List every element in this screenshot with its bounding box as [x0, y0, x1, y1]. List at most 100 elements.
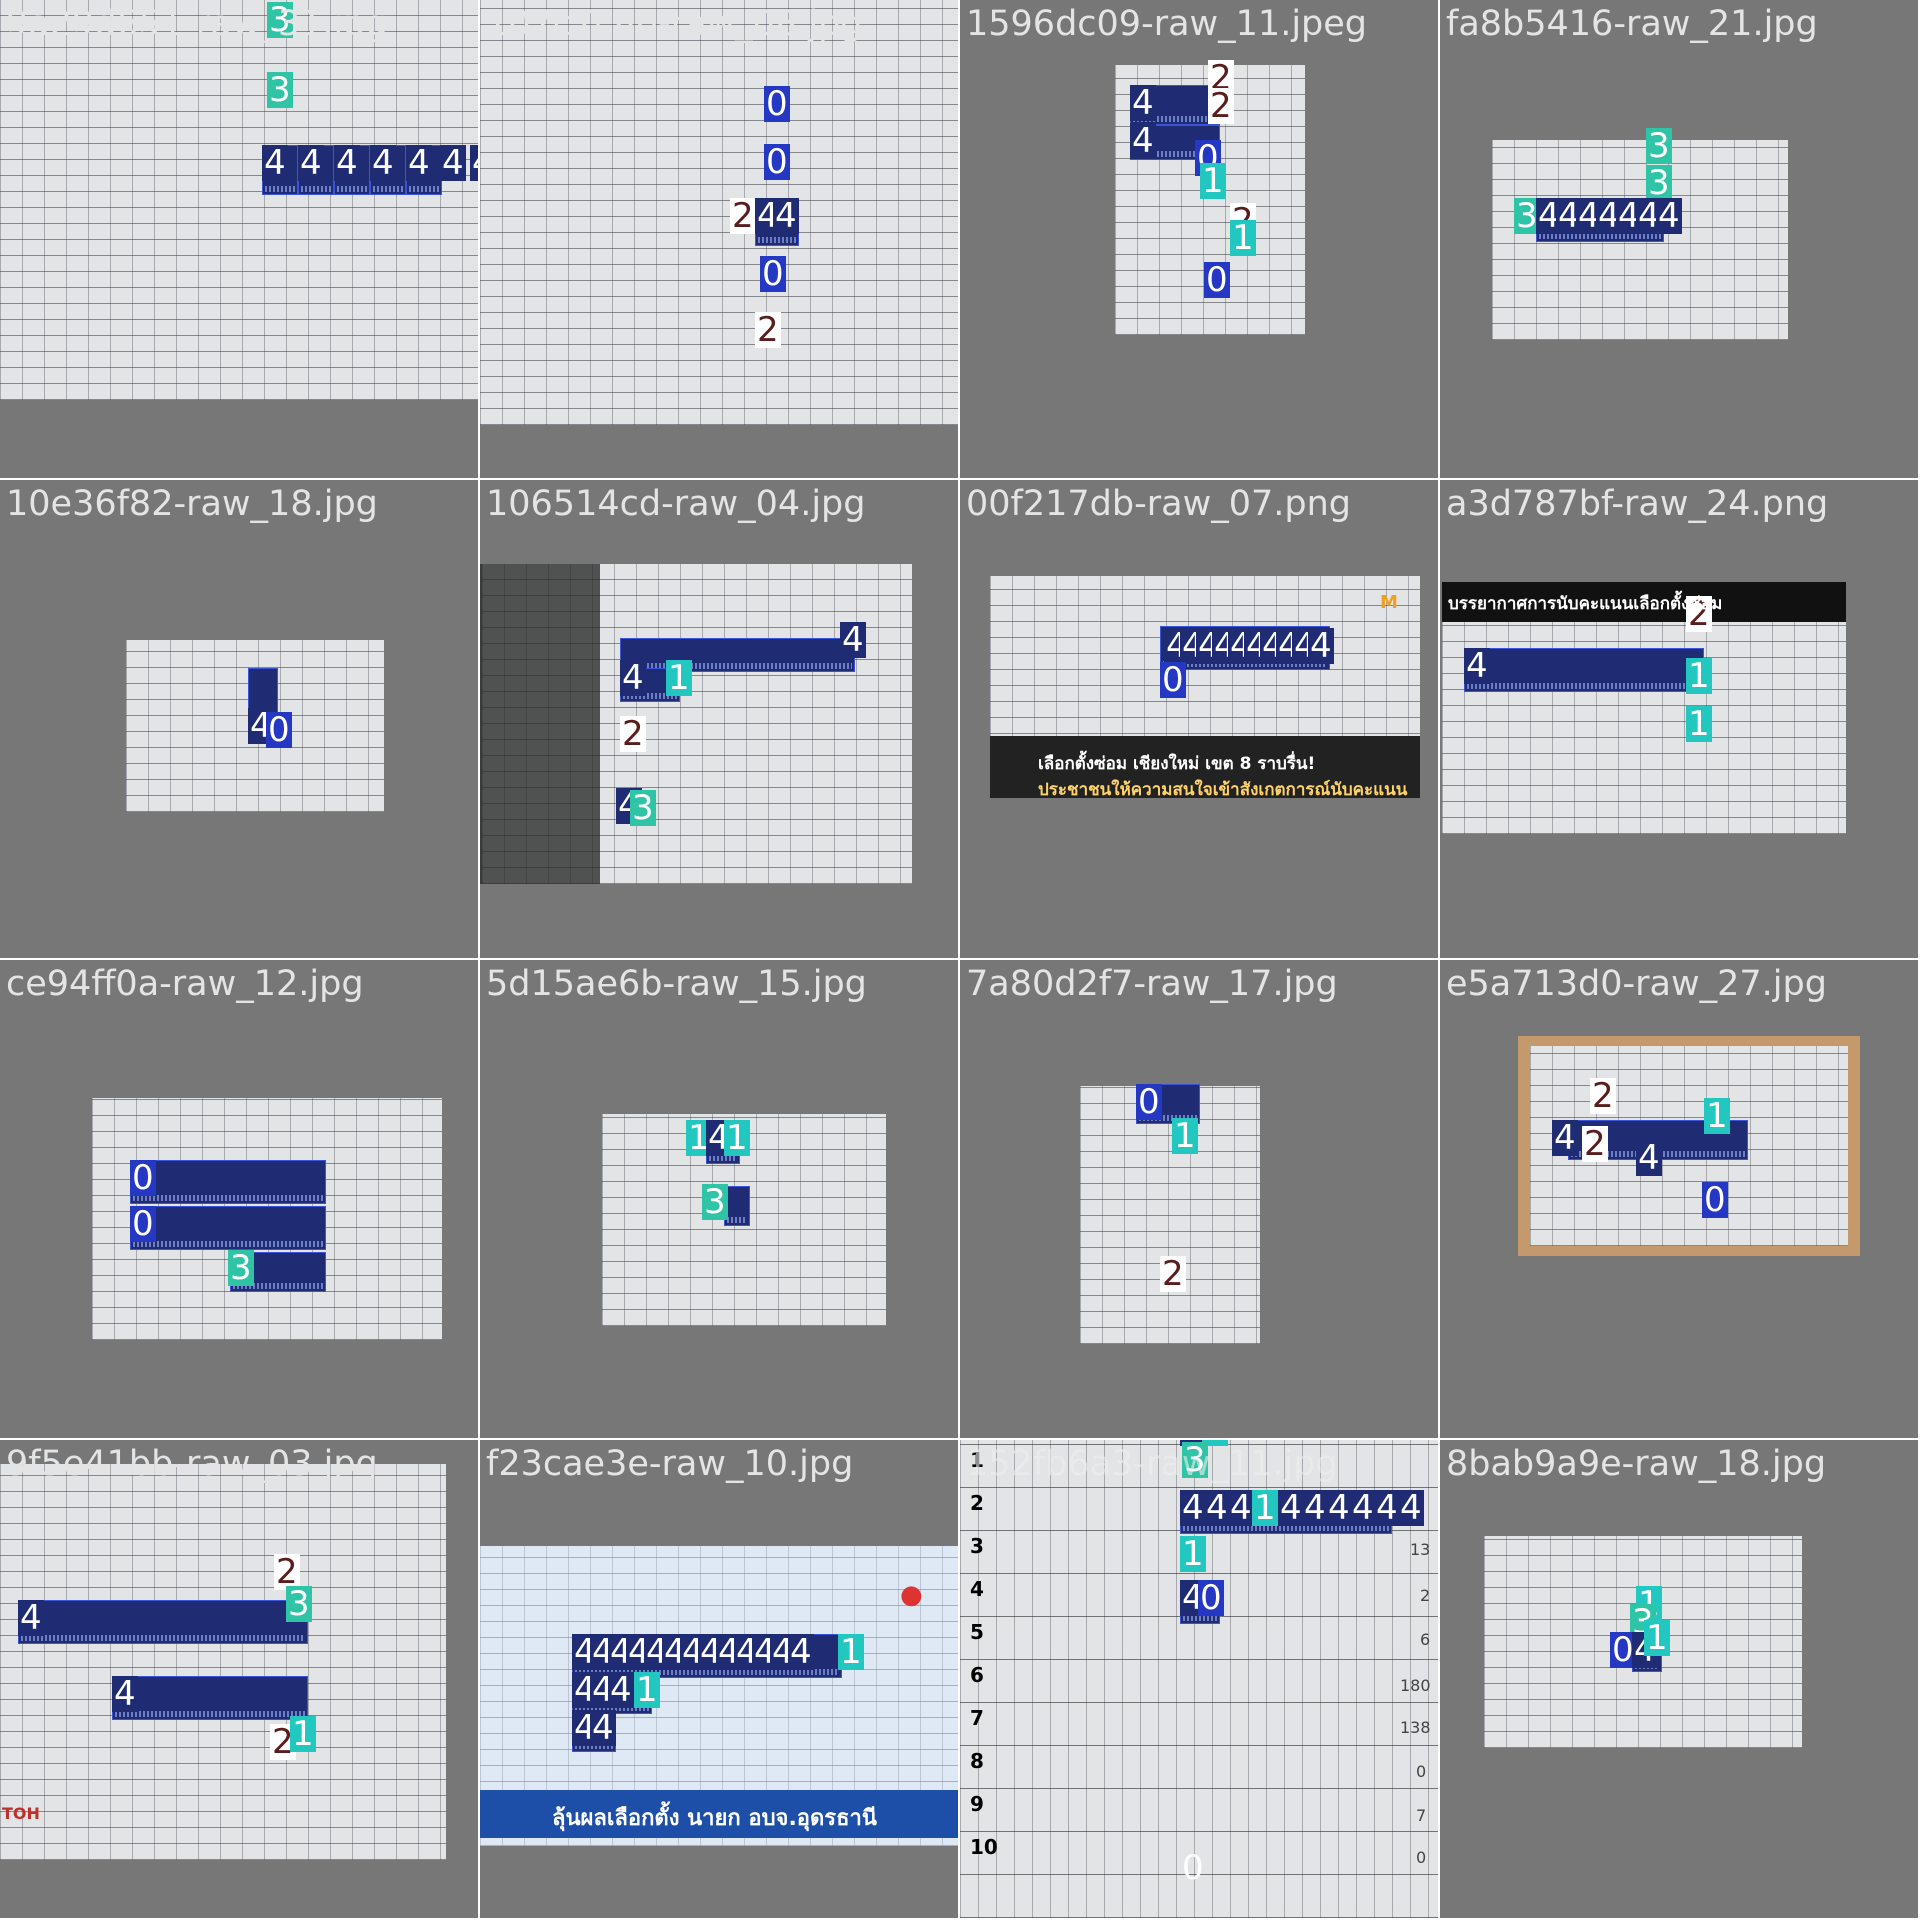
- detection-box: [1464, 648, 1704, 692]
- detection-label: 1: [1686, 704, 1712, 744]
- detection-label: 1: [724, 1118, 750, 1158]
- detection-label: 4: [406, 143, 432, 183]
- detection-label: 1: [838, 1632, 864, 1672]
- mosaic-tile[interactable]: ลุ้นผลเลือกตั้ง นายก อบจ.อุดรธานี 4 4 4 …: [480, 1440, 958, 1918]
- side-number: 6: [1420, 1630, 1431, 1649]
- detection-label: 0: [1136, 1082, 1162, 1122]
- tile-photo: [1080, 1086, 1260, 1344]
- mosaic-tile[interactable]: 0 1 2 7a80d2f7-raw_17.jpg: [960, 960, 1438, 1438]
- detection-label: 1: [1172, 1116, 1198, 1156]
- detection-label: 0: [764, 84, 790, 124]
- detection-box: [18, 1600, 308, 1644]
- mosaic-tile[interactable]: 2 3 4 4 2 1 TOH 9f5e41bb-raw_03.jpg: [0, 1440, 478, 1918]
- tile-photo: [0, 1464, 446, 1860]
- banner-text: บรรยากาศการนับคะแนนเลือกตั้งซ่อม: [1448, 594, 1723, 614]
- tile-filename: 9f5e41bb-raw_03.jpg: [6, 1444, 378, 1484]
- detection-label: 4: [1228, 1488, 1254, 1528]
- tile-filename: 152fb6a3-raw_11.jpg: [966, 1444, 1338, 1484]
- mosaic-tile[interactable]: 1 3 0 4 1 8bab9a9e-raw_18.jpg: [1440, 1440, 1918, 1918]
- detection-label: 4: [1180, 1488, 1206, 1528]
- detection-label: 4: [1374, 1488, 1400, 1528]
- tile-filename: 5d15ae6b-raw_15.jpg: [486, 964, 867, 1004]
- mosaic-tile[interactable]: 1 2 3 4 5 6 7 8 9 10 0 13 2 6 180 138 0 …: [960, 1440, 1438, 1918]
- news-caption: ลุ้นผลเลือกตั้ง นายก อบจ.อุดรธานี: [552, 1806, 877, 1831]
- detection-label: 3: [630, 788, 656, 828]
- row-number: 4: [970, 1577, 984, 1601]
- detection-label: 4: [262, 143, 288, 183]
- detection-label: 4: [298, 143, 324, 183]
- tile-filename: fa8b5416-raw_21.jpg: [1446, 4, 1818, 44]
- tile-photo: [0, 0, 478, 400]
- detection-label: 4: [470, 145, 478, 181]
- detection-box: [724, 1186, 750, 1226]
- row-number: 5: [970, 1620, 984, 1644]
- tile-filename: 8bab9a9e-raw_18.jpg: [1446, 1444, 1827, 1484]
- detection-label: 0: [764, 142, 790, 182]
- tile-filename: 1596dc09-raw_11.jpeg: [966, 4, 1368, 44]
- tile-filename: 00f217db-raw_07.png: [966, 484, 1351, 524]
- detection-label: 0: [130, 1204, 156, 1244]
- detection-box: [130, 1160, 326, 1204]
- tile-filename: e5a713d0-raw_27.jpg: [1446, 964, 1827, 1004]
- detection-label: 4: [1552, 1118, 1578, 1158]
- mosaic-tile[interactable]: 4 4 4 4 4 4 4 4 4 4 0 M เลือกตั้งซ่อม เช…: [960, 480, 1438, 958]
- detection-label: 1: [666, 658, 692, 698]
- detection-label: 0: [1160, 660, 1186, 700]
- mosaic-tile[interactable]: 2 4 2 4 0 1 2 1 0 1596dc09-raw_11.jpeg: [960, 0, 1438, 478]
- tile-photo: [480, 0, 958, 425]
- detection-label: 3: [702, 1182, 728, 1222]
- tv-logo: M: [1380, 592, 1398, 613]
- detection-label: 0: [1198, 1578, 1224, 1618]
- row-number-column: 1 2 3 4 5 6 7 8 9 10: [970, 1448, 1000, 1878]
- detection-label: 1: [1686, 656, 1712, 696]
- mosaic-tile[interactable]: 4 0 10e36f82-raw_18.jpg: [0, 480, 478, 958]
- mosaic-tile[interactable]: 1 4 1 3 5d15ae6b-raw_15.jpg: [480, 960, 958, 1438]
- detection-label: 2: [730, 196, 756, 236]
- mosaic-tile[interactable]: 3 3 3 4 4 4 4 4 4 4 fa8b5416-raw_21.jpg: [1440, 0, 1918, 478]
- tile-filename: a3d787bf-raw_24.png: [1446, 484, 1829, 524]
- news-caption-line1: เลือกตั้งซ่อม เชียงใหม่ เขต 8 ราบรื่น!: [1038, 754, 1316, 774]
- detection-label: 4: [788, 1632, 814, 1672]
- side-number: 0: [1416, 1848, 1427, 1867]
- row-number: 3: [970, 1534, 984, 1558]
- row-number: 8: [970, 1749, 984, 1773]
- side-number: 2: [1420, 1586, 1431, 1605]
- detection-label: 1: [1644, 1618, 1670, 1658]
- tile-filename: 106514cd-raw_04.jpg: [486, 484, 866, 524]
- detection-label: 1: [1200, 161, 1226, 201]
- tile-filename: 9a29d651-raw_31.jpg: [6, 4, 388, 44]
- side-number: 138: [1400, 1718, 1431, 1737]
- mosaic-tile[interactable]: บรรยากาศการนับคะแนนเลือกตั้งซ่อม 2 4 1 1…: [1440, 480, 1918, 958]
- detection-label: 4: [1308, 626, 1334, 666]
- detection-label: 0: [1204, 260, 1230, 300]
- detection-label: 4: [620, 658, 646, 698]
- mosaic-tile[interactable]: 3 3 4 4 4 4 4 4 4 9a29d651-raw_31.jpg: [0, 0, 478, 478]
- tile-filename: 10e36f82-raw_18.jpg: [6, 484, 378, 524]
- watermark: TOH: [2, 1804, 40, 1823]
- detection-label: 4: [840, 620, 866, 660]
- detection-label: 4: [1130, 121, 1156, 161]
- detection-label: 2: [1160, 1254, 1186, 1294]
- detection-box: [620, 638, 855, 672]
- side-number: 0: [1416, 1762, 1427, 1781]
- detection-label: 4: [1326, 1488, 1352, 1528]
- detection-label: 2: [1582, 1124, 1608, 1164]
- mosaic-tile[interactable]: 4 4 1 2 4 3 106514cd-raw_04.jpg: [480, 480, 958, 958]
- mosaic-tile[interactable]: 0 0 3 ce94ff0a-raw_12.jpg: [0, 960, 478, 1438]
- mosaic-tile[interactable]: 2 4 2 4 1 0 e5a713d0-raw_27.jpg: [1440, 960, 1918, 1438]
- detection-label: 0: [1702, 1180, 1728, 1220]
- detection-label: 4: [1636, 1138, 1662, 1178]
- detection-label: 4: [370, 143, 396, 183]
- detection-box: [112, 1676, 308, 1720]
- side-number: 13: [1410, 1540, 1431, 1559]
- detection-label: 0: [1182, 1848, 1204, 1888]
- detection-label: 4: [334, 143, 360, 183]
- detection-label: 3: [1646, 126, 1672, 166]
- side-number: 180: [1400, 1676, 1431, 1695]
- mosaic-tile[interactable]: 0 0 2 4 4 0 2 107c7c80-raw_08.jpg: [480, 0, 958, 478]
- tile-filename: 7a80d2f7-raw_17.jpg: [966, 964, 1338, 1004]
- detection-label: 2: [755, 310, 781, 350]
- detection-label: 4: [112, 1674, 138, 1714]
- row-number: 10: [970, 1835, 998, 1859]
- side-number: 7: [1416, 1806, 1427, 1825]
